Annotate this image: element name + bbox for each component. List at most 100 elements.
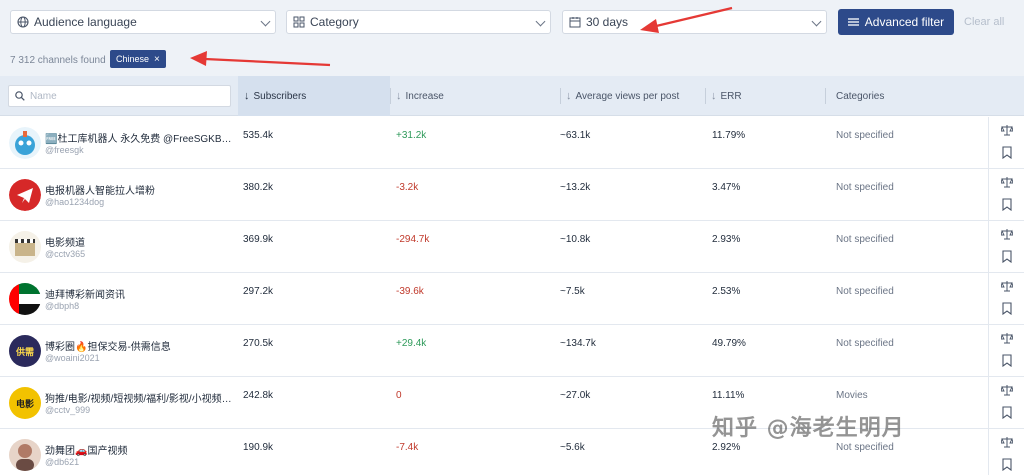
category-value: Movies	[836, 390, 868, 401]
row-actions	[988, 429, 1024, 475]
table-row[interactable]: 电报机器人智能拉人增粉 @hao1234dog 380.2k -3.2k ~13.2k 3…	[0, 169, 1024, 221]
search-icon	[15, 91, 25, 101]
avg-views-value: ~27.0k	[560, 390, 591, 401]
category-value: Not specified	[836, 130, 894, 141]
column-err[interactable]: ↓ ERR	[705, 76, 825, 116]
avatar[interactable]	[9, 283, 41, 315]
table-row[interactable]: 电影频道 @cctv365 369.9k -294.7k ~10.8k 2.93% Not …	[0, 221, 1024, 273]
increase-value: +29.4k	[396, 338, 427, 349]
advanced-filter-label: Advanced filter	[864, 15, 945, 29]
compare-scales-icon[interactable]	[1000, 175, 1014, 188]
row-actions	[988, 325, 1024, 377]
avg-views-value: ~63.1k	[560, 130, 591, 141]
bookmark-icon[interactable]	[1002, 354, 1012, 368]
avatar[interactable]	[9, 231, 41, 263]
category-value: Not specified	[836, 442, 894, 453]
increase-value: -3.2k	[396, 182, 419, 193]
increase-value: +31.2k	[396, 130, 427, 141]
column-increase[interactable]: ↓ Increase	[390, 76, 560, 116]
avatar-text: 供需	[9, 335, 41, 367]
subscribers-value: 297.2k	[243, 286, 274, 297]
avatar[interactable]: 电影	[9, 387, 41, 419]
category-dropdown[interactable]: Category	[286, 10, 551, 34]
channel-handle: @dbph8	[45, 301, 80, 311]
compare-scales-icon[interactable]	[1000, 227, 1014, 240]
column-divider	[705, 88, 706, 104]
increase-value: -7.4k	[396, 442, 419, 453]
row-actions	[988, 117, 1024, 169]
row-actions	[988, 221, 1024, 273]
bookmark-icon[interactable]	[1002, 250, 1012, 264]
globe-icon	[17, 16, 29, 28]
clear-all-link[interactable]: Clear all	[964, 16, 1004, 28]
calendar-icon	[569, 16, 581, 28]
row-actions	[988, 169, 1024, 221]
column-avg-views[interactable]: ↓ Average views per post	[560, 76, 705, 116]
sort-down-icon: ↓	[244, 90, 250, 102]
category-value: Not specified	[836, 182, 894, 193]
compare-scales-icon[interactable]	[1000, 435, 1014, 448]
compare-scales-icon[interactable]	[1000, 123, 1014, 136]
compare-scales-icon[interactable]	[1000, 279, 1014, 292]
table-header: Name ↓ Subscribers ↓ Increase ↓ Average …	[0, 76, 1024, 116]
column-divider	[560, 88, 561, 104]
increase-value: -39.6k	[396, 286, 424, 297]
compare-scales-icon[interactable]	[1000, 331, 1014, 344]
avatar[interactable]	[9, 179, 41, 211]
chevron-down-icon	[811, 16, 822, 27]
avg-views-value: ~7.5k	[560, 286, 585, 297]
category-value: Not specified	[836, 286, 894, 297]
audience-language-label: Audience language	[34, 15, 137, 29]
compare-scales-icon[interactable]	[1000, 383, 1014, 396]
row-actions	[988, 273, 1024, 325]
increase-value: -294.7k	[396, 234, 430, 245]
err-value: 11.79%	[712, 130, 746, 141]
channel-name[interactable]: 电报机器人智能拉人增粉	[45, 182, 235, 197]
audience-language-dropdown[interactable]: Audience language	[10, 10, 276, 34]
category-value: Not specified	[836, 234, 894, 245]
advanced-filter-button[interactable]: Advanced filter	[838, 9, 954, 35]
row-actions	[988, 377, 1024, 429]
channel-name[interactable]: 博彩圈🔥担保交易-供需信息	[45, 338, 235, 353]
column-categories-label: Categories	[836, 90, 885, 102]
avatar[interactable]	[9, 127, 41, 159]
bookmark-icon[interactable]	[1002, 406, 1012, 420]
close-icon[interactable]: ×	[154, 54, 160, 65]
table-row[interactable]: 供需 博彩圈🔥担保交易-供需信息 @woaini2021 270.5k +29.4k ~1…	[0, 325, 1024, 377]
bookmark-icon[interactable]	[1002, 302, 1012, 316]
subscribers-value: 242.8k	[243, 390, 274, 401]
column-avg-views-label: Average views per post	[575, 90, 680, 102]
chevron-down-icon	[535, 16, 546, 27]
channel-name[interactable]: 🆓杜工库机器人 永久免费 @FreeSGKBOT ...	[45, 130, 235, 145]
bookmark-icon[interactable]	[1002, 458, 1012, 472]
language-filter-chip[interactable]: Chinese ×	[110, 50, 166, 68]
avatar[interactable]	[9, 439, 41, 471]
subscribers-value: 535.4k	[243, 130, 274, 141]
column-subscribers[interactable]: ↓ Subscribers	[238, 76, 390, 116]
bookmark-icon[interactable]	[1002, 146, 1012, 160]
results-bar: 7 312 channels found Chinese ×	[0, 44, 1024, 76]
channel-name[interactable]: 劲舞团🚗国产视频	[45, 442, 235, 457]
table-row[interactable]: 🆓杜工库机器人 永久免费 @FreeSGKBOT ... @freesgk 535.…	[0, 117, 1024, 169]
avatar-text: 电影	[9, 387, 41, 419]
search-placeholder: Name	[30, 90, 57, 102]
column-divider	[390, 88, 391, 104]
table-row[interactable]: 迪拜博彩新闻资讯 @dbph8 297.2k -39.6k ~7.5k 2.53% Not …	[0, 273, 1024, 325]
subscribers-value: 190.9k	[243, 442, 274, 453]
err-value: 2.93%	[712, 234, 741, 245]
sort-arrow-icon: ↓	[566, 90, 572, 102]
column-subscribers-label: Subscribers	[253, 90, 307, 102]
column-increase-label: Increase	[405, 90, 444, 102]
bookmark-icon[interactable]	[1002, 198, 1012, 212]
err-value: 2.53%	[712, 286, 741, 297]
name-search-input[interactable]: Name	[8, 85, 231, 107]
err-value: 2.92%	[712, 442, 741, 453]
period-dropdown[interactable]: 30 days	[562, 10, 827, 34]
channel-handle: @woaini2021	[45, 353, 100, 363]
channel-name[interactable]: 迪拜博彩新闻资讯	[45, 286, 235, 301]
avatar[interactable]: 供需	[9, 335, 41, 367]
channels-found-count: 7 312 channels found	[10, 55, 106, 66]
err-value: 11.11%	[712, 390, 745, 401]
channel-name[interactable]: 狗推/电影/视频/短视频/福利/影视/小视频😊...	[45, 390, 235, 405]
channel-name[interactable]: 电影频道	[45, 234, 235, 249]
